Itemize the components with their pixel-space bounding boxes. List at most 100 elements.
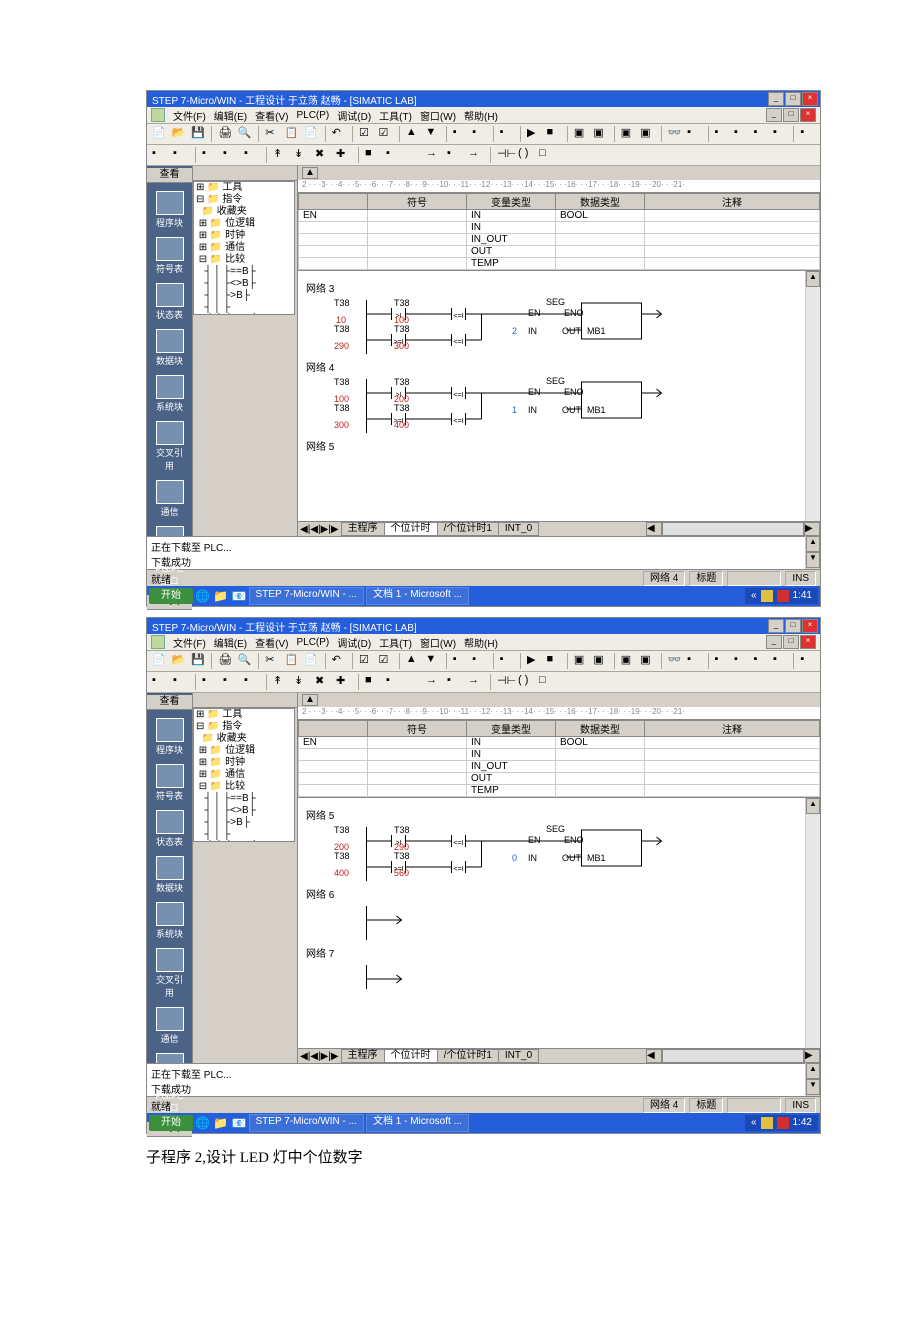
net-del-icon[interactable]: ✖ <box>314 146 332 164</box>
mdi-minimize[interactable]: _ <box>766 108 782 122</box>
t1-icon[interactable]: ▪ <box>151 146 169 164</box>
tool8-icon[interactable]: ▪ <box>752 125 768 143</box>
t5-icon[interactable]: ▪ <box>243 146 261 164</box>
menu-bar: 文件(F) 编辑(E) 查看(V) PLC(P) 调试(D) 工具(T) 窗口(… <box>147 107 820 124</box>
maximize-button[interactable]: □ <box>785 92 801 106</box>
tree-toggle[interactable]: ▲ <box>302 167 318 179</box>
cut-icon[interactable]: ✂ <box>264 125 280 143</box>
network-5-label: 网络 5 <box>304 437 799 454</box>
app-title: STEP 7-Micro/WIN - 工程设计 于立荡 赵畅 - [SIMATI… <box>149 92 417 107</box>
run-icon[interactable]: ▶ <box>526 125 542 143</box>
menu-file[interactable]: 文件(F) <box>173 108 206 123</box>
nav-cross-ref[interactable]: 交叉引用 <box>155 421 185 472</box>
preview-icon[interactable]: 🔍 <box>237 125 253 143</box>
start-button[interactable]: 开始 <box>149 588 193 604</box>
t3-icon[interactable]: ▪ <box>201 146 219 164</box>
contact-icon[interactable]: ⊣⊢ <box>496 146 514 164</box>
svg-text:<=I: <=I <box>453 392 463 399</box>
vertical-scrollbar[interactable]: ▲ <box>805 271 820 521</box>
output-window: 正在下载至 PLC... 下载成功 <box>147 536 805 569</box>
ladder-editor[interactable]: 网络 3 >I <=I <box>298 271 805 521</box>
menu-tools[interactable]: 工具(T) <box>379 108 412 123</box>
menu-window[interactable]: 窗口(W) <box>420 108 456 123</box>
download-icon[interactable]: ▼ <box>424 125 440 143</box>
tool10-icon[interactable]: ▪ <box>799 125 815 143</box>
tab-main[interactable]: 主程序 <box>341 522 385 536</box>
t6-icon[interactable]: ▪ <box>385 146 403 164</box>
mdi-maximize[interactable]: □ <box>783 108 799 122</box>
nav-data-block[interactable]: 数据块 <box>155 329 185 367</box>
glasses-icon[interactable]: 👓 <box>667 125 683 143</box>
save-icon[interactable]: 💾 <box>190 125 206 143</box>
menu-plc[interactable]: PLC(P) <box>296 110 329 121</box>
stop-icon[interactable]: ■ <box>545 125 561 143</box>
new-icon[interactable]: 📄 <box>151 125 167 143</box>
box-icon[interactable]: □ <box>538 146 556 164</box>
doc-icon <box>151 108 165 122</box>
system-tray[interactable]: « 1:41 <box>745 588 818 604</box>
tool6-icon[interactable]: ▪ <box>714 125 730 143</box>
mdi-close[interactable]: × <box>800 108 816 122</box>
print-icon[interactable]: 🖨 <box>217 125 233 143</box>
nav-bar: 查看 程序块 符号表 状态表 数据块 系统块 交叉引用 通信 设置 PG/PC … <box>147 166 193 536</box>
tool3-icon[interactable]: ▪ <box>499 125 515 143</box>
upload-icon[interactable]: ▲ <box>405 125 421 143</box>
compile-all-icon[interactable]: ☑ <box>377 125 393 143</box>
nav-comm[interactable]: 通信 <box>155 480 185 518</box>
tool5-icon[interactable]: ▪ <box>686 125 702 143</box>
nav-status-chart[interactable]: 状态表 <box>155 283 185 321</box>
menu-debug[interactable]: 调试(D) <box>337 108 371 123</box>
status-bar: 就绪 网络 4 标题 INS <box>147 569 820 586</box>
t8-icon[interactable]: → <box>467 146 485 164</box>
tool2-icon[interactable]: ▪ <box>471 125 487 143</box>
tool7-icon[interactable]: ▪ <box>733 125 749 143</box>
tool1-icon[interactable]: ▪ <box>452 125 468 143</box>
net-add-icon[interactable]: ✚ <box>335 146 353 164</box>
tool9-icon[interactable]: ▪ <box>772 125 788 143</box>
taskbar-app2[interactable]: 文档 1 - Microsoft ... <box>366 587 469 605</box>
t4-icon[interactable]: ▪ <box>222 146 240 164</box>
toolbar-1: 📄 📂 💾 🖨 🔍 ✂ 📋 📄 ↶ ☑ ☑ ▲ ▼ ▪ ▪ ▪ ▶ ■ ▣ ▣ … <box>147 124 820 145</box>
network-3-label: 网络 3 <box>304 279 799 296</box>
tab-timer1[interactable]: /个位计时1 <box>437 522 499 536</box>
t2-icon[interactable]: ▪ <box>172 146 190 164</box>
undo-icon[interactable]: ↶ <box>331 125 347 143</box>
scroll-left[interactable]: ◀ <box>646 522 662 536</box>
output-scroll[interactable]: ▲▼ <box>805 536 820 564</box>
network-3: >I <=I >=I <=I <box>304 300 799 354</box>
net-down-icon[interactable]: ↡ <box>293 146 311 164</box>
open-icon[interactable]: 📂 <box>170 125 186 143</box>
menu-help[interactable]: 帮助(H) <box>464 108 498 123</box>
paste-icon[interactable]: 📄 <box>303 125 319 143</box>
mon4-icon[interactable]: ▣ <box>639 125 655 143</box>
mon3-icon[interactable]: ▣ <box>620 125 636 143</box>
instruction-tree[interactable]: ⊞ 📁 工具⊟ 📁 指令 📁 收藏夹 ⊞ 📁 位逻辑 ⊞ 📁 时钟 ⊞ 📁 通信… <box>193 181 295 315</box>
menu-edit[interactable]: 编辑(E) <box>214 108 247 123</box>
svg-text:<=I: <=I <box>453 840 463 847</box>
menu-view[interactable]: 查看(V) <box>255 108 288 123</box>
svg-text:<=I: <=I <box>453 866 463 873</box>
black-icon[interactable]: ■ <box>364 146 382 164</box>
mon1-icon[interactable]: ▣ <box>573 125 589 143</box>
svg-text:<=I: <=I <box>453 339 463 346</box>
network-7 <box>304 965 799 989</box>
mon2-icon[interactable]: ▣ <box>592 125 608 143</box>
screenshot-1: STEP 7-Micro/WIN - 工程设计 于立荡 赵畅 - [SIMATI… <box>146 90 821 607</box>
svg-text:<=I: <=I <box>453 418 463 425</box>
minimize-button[interactable]: _ <box>768 92 784 106</box>
net-up-icon[interactable]: ↟ <box>272 146 290 164</box>
nav-symbol-table[interactable]: 符号表 <box>155 237 185 275</box>
nav-system-block[interactable]: 系统块 <box>155 375 185 413</box>
nav-program-block[interactable]: 程序块 <box>155 191 185 229</box>
compile-icon[interactable]: ☑ <box>358 125 374 143</box>
tab-int0[interactable]: INT_0 <box>498 522 539 536</box>
taskbar-app1[interactable]: STEP 7-Micro/WIN - ... <box>249 587 365 605</box>
scroll-right[interactable]: ▶ <box>804 522 820 536</box>
close-button[interactable]: × <box>802 92 818 106</box>
arrow-icon[interactable]: → <box>425 146 443 164</box>
t7-icon[interactable]: ▪ <box>446 146 464 164</box>
tab-timer[interactable]: 个位计时 <box>384 522 438 536</box>
copy-icon[interactable]: 📋 <box>284 125 300 143</box>
coil-icon[interactable]: ( ) <box>517 146 535 164</box>
caption-text: 子程序 2,设计 LED 灯中个位数字 <box>146 1146 920 1167</box>
